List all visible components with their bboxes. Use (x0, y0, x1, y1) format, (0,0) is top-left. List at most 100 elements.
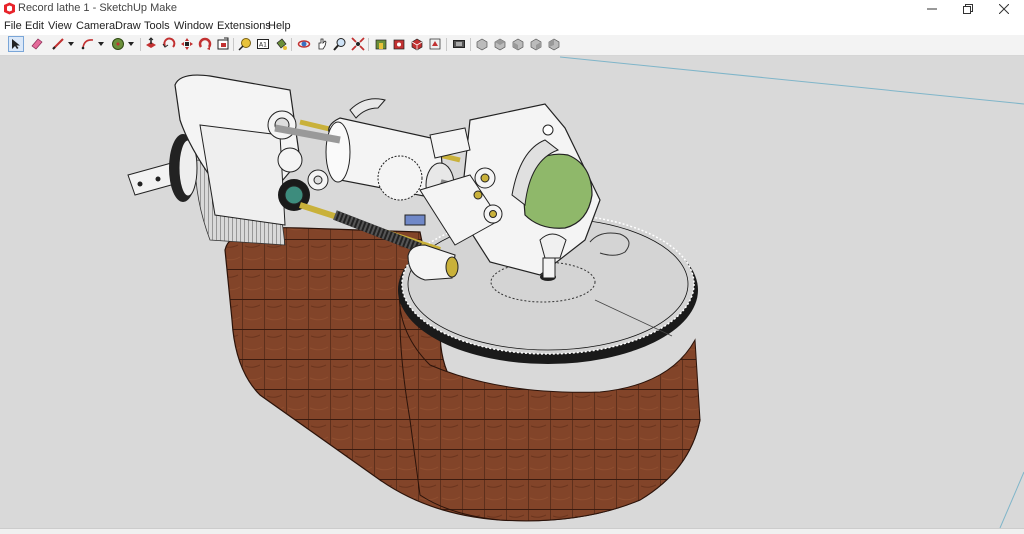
menu-draw[interactable]: Draw (115, 20, 141, 32)
push-pull-tool-icon (146, 37, 156, 48)
toolbar-separator (291, 38, 292, 51)
component-icon (411, 38, 423, 51)
arc-tool-icon (81, 39, 94, 50)
pencil-line-tool-button[interactable] (50, 36, 66, 52)
layout-button[interactable] (427, 36, 443, 52)
menu-tools[interactable]: Tools (144, 20, 170, 32)
zoom-tool-icon (333, 38, 346, 51)
menu-file[interactable]: File (4, 20, 22, 32)
view-iso-icon (476, 38, 488, 51)
send-to-layout-icon (453, 40, 465, 48)
follow-me-tool-button[interactable] (197, 36, 213, 52)
toolbar-separator (368, 38, 369, 51)
cylinder-end (325, 121, 351, 183)
pencil-line-tool-icon (52, 38, 64, 50)
orbit-tool-icon (297, 40, 311, 48)
dimension-tool-icon: A1 (257, 39, 269, 49)
dimension-tool-button[interactable]: A1 (255, 36, 271, 52)
arc-tool-dropdown[interactable] (96, 36, 106, 52)
menu-edit[interactable]: Edit (25, 20, 44, 32)
toolbar-separator (233, 38, 234, 51)
circle-tool-icon (112, 38, 124, 50)
pan-tool-button[interactable] (314, 36, 330, 52)
svg-text:A1: A1 (259, 42, 267, 49)
move-tool-icon (181, 38, 193, 50)
zoom-extents-tool-button[interactable] (350, 36, 366, 52)
title-bar: Record lathe 1 - SketchUp Make (0, 0, 1024, 18)
tape-measure-tool-button[interactable] (237, 36, 253, 52)
head-bracket (429, 127, 471, 159)
roller-pin (445, 256, 459, 278)
minimize-button[interactable] (914, 0, 950, 18)
model-viewport[interactable] (0, 56, 1024, 528)
toolbar-separator (446, 38, 447, 51)
view-front-icon (512, 38, 524, 51)
menu-extensions[interactable]: Extensions (217, 20, 271, 32)
warehouse-icon (375, 39, 387, 50)
view-top-button[interactable] (492, 36, 508, 52)
send-to-layout-button[interactable] (451, 36, 467, 52)
select-tool-icon (12, 39, 20, 49)
zoom-extents-tool-icon (351, 37, 365, 51)
close-button[interactable] (986, 0, 1022, 18)
gear-small (277, 147, 303, 173)
push-pull-tool-button[interactable] (143, 36, 159, 52)
status-bar (0, 528, 1024, 534)
extension-warehouse-button[interactable] (391, 36, 407, 52)
view-right-icon (530, 38, 542, 51)
menu-window[interactable]: Window (174, 20, 213, 32)
view-right-button[interactable] (528, 36, 544, 52)
head-post (542, 257, 556, 279)
paint-bucket-tool-button[interactable] (273, 36, 289, 52)
rotate-tool-icon (162, 37, 176, 48)
view-back-button[interactable] (546, 36, 562, 52)
layout-icon (429, 38, 441, 50)
chevron-down-icon (68, 42, 74, 46)
toolbar-separator (140, 38, 141, 51)
restore-icon (963, 4, 973, 14)
swing-arm (349, 98, 386, 119)
window-title: Record lathe 1 - SketchUp Make (18, 2, 177, 14)
view-top-icon (494, 38, 506, 51)
sketchup-logo-icon (4, 2, 15, 15)
follow-me-tool-icon (198, 37, 212, 50)
menu-bar: File Edit View Camera Draw Tools Window … (0, 18, 1024, 35)
extension-warehouse-icon (393, 39, 405, 50)
orbit-tool-button[interactable] (296, 36, 312, 52)
blue-axis-line (999, 471, 1024, 528)
line-tool-dropdown[interactable] (66, 36, 76, 52)
minimize-icon (927, 8, 937, 10)
shape-tool-button[interactable] (110, 36, 126, 52)
paint-bucket-tool-icon (276, 38, 287, 50)
offset-tool-button[interactable] (215, 36, 231, 52)
menu-camera[interactable]: Camera (76, 20, 115, 32)
close-icon (999, 4, 1009, 14)
view-front-button[interactable] (510, 36, 526, 52)
chevron-down-icon (128, 42, 134, 46)
chevron-down-icon (98, 42, 104, 46)
rotate-tool-button[interactable] (161, 36, 177, 52)
green-axis-line (559, 56, 1024, 105)
gear-ring (377, 155, 423, 201)
zoom-tool-button[interactable] (332, 36, 348, 52)
restore-button[interactable] (950, 0, 986, 18)
view-iso-button[interactable] (474, 36, 490, 52)
menu-view[interactable]: View (48, 20, 72, 32)
warehouse-button[interactable] (373, 36, 389, 52)
offset-tool-icon (217, 37, 229, 50)
view-back-icon (548, 38, 560, 51)
bearing-left-core (284, 185, 304, 205)
indicator-block (404, 214, 426, 226)
eraser-tool-button[interactable] (29, 36, 45, 52)
record-lathe-model (127, 56, 1024, 528)
shape-tool-dropdown[interactable] (126, 36, 136, 52)
tape-measure-tool-icon (238, 38, 251, 51)
component-button[interactable] (409, 36, 425, 52)
toolbar: A1 (0, 35, 1024, 56)
select-tool-button[interactable] (8, 36, 24, 52)
eraser-tool-icon (31, 38, 43, 50)
move-tool-button[interactable] (179, 36, 195, 52)
pan-tool-icon (318, 38, 327, 50)
menu-help[interactable]: Help (268, 20, 291, 32)
arc-tool-button[interactable] (80, 36, 96, 52)
